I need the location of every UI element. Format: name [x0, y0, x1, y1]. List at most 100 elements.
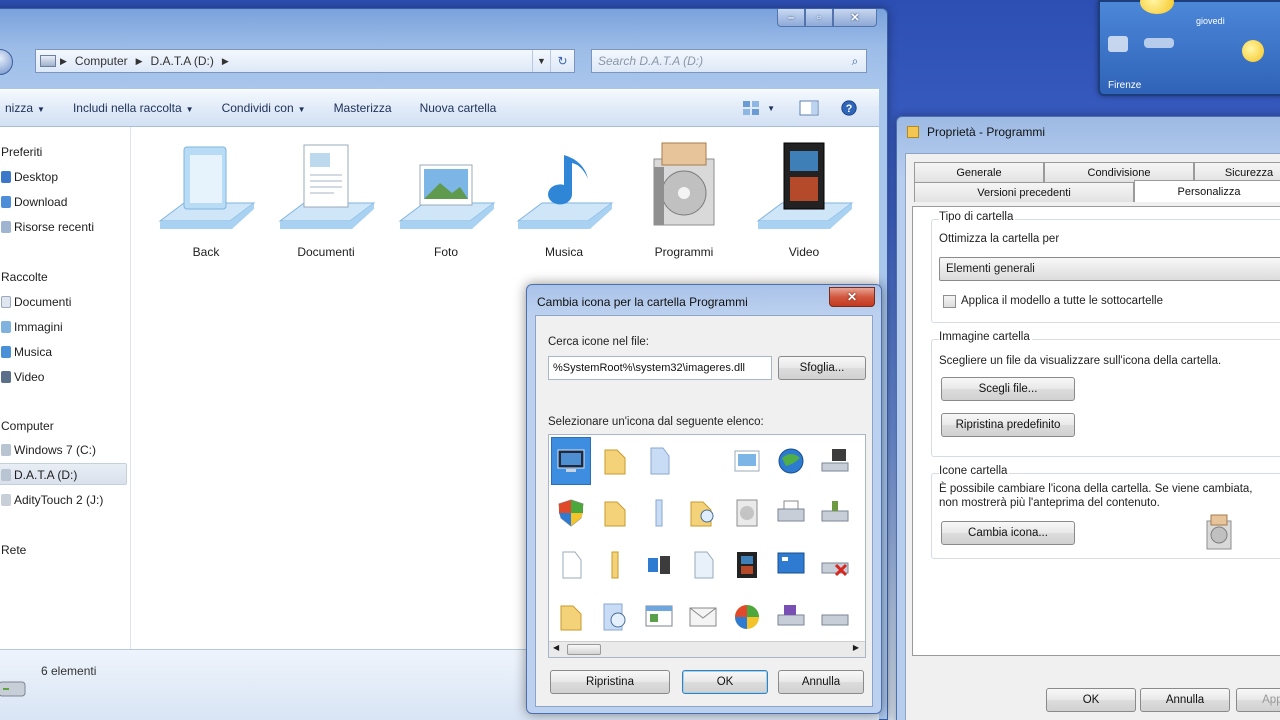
icon-list-scrollbar[interactable]: ◀ ▶ [549, 641, 865, 657]
icon-option[interactable] [551, 593, 591, 641]
breadcrumb-data-drive[interactable]: D.A.T.A (D:) [147, 54, 218, 68]
weather-gadget[interactable]: giovedì Firenze [1098, 0, 1280, 96]
icon-option[interactable] [595, 541, 635, 589]
sidebar-item-drive-d[interactable]: D.A.T.A (D:) [1, 465, 77, 485]
icon-option[interactable] [595, 593, 635, 641]
icon-option[interactable] [771, 437, 811, 485]
cancel-button[interactable]: Annulla [1140, 688, 1230, 712]
close-button[interactable]: ✕ [833, 9, 877, 27]
dialog-cancel-button[interactable]: Annulla [778, 670, 864, 694]
sidebar-item-music[interactable]: Musica [1, 342, 52, 362]
favorites-header[interactable]: Preferiti [1, 142, 42, 162]
sidebar-item-video[interactable]: Video [1, 367, 44, 387]
properties-title: Proprietà - Programmi [907, 125, 1045, 139]
refresh-icon[interactable]: ↻ [550, 50, 574, 72]
icon-option[interactable] [815, 437, 855, 485]
tab-generale[interactable]: Generale [914, 162, 1044, 182]
tab-condivisione[interactable]: Condivisione [1044, 162, 1194, 182]
search-document-icon [603, 603, 626, 631]
tab-sicurezza[interactable]: Sicurezza [1194, 162, 1280, 182]
search-icon[interactable]: ⌕ [844, 54, 866, 69]
sidebar-item-recent[interactable]: Risorse recenti [1, 217, 94, 237]
tab-versioni-precedenti[interactable]: Versioni precedenti [914, 182, 1134, 202]
restore-button[interactable]: Ripristina [550, 670, 670, 694]
folder-back[interactable]: Back [151, 139, 261, 259]
folder-foto[interactable]: Foto [391, 139, 501, 259]
search-input[interactable]: Search D.A.T.A (D:) ⌕ [591, 49, 867, 73]
burn-button[interactable]: Masterizza [320, 101, 406, 115]
choose-file-button[interactable]: Scegli file... [941, 377, 1075, 401]
apply-subfolders-checkbox[interactable] [943, 295, 956, 308]
help-icon[interactable]: ? [839, 99, 859, 117]
icon-option[interactable] [683, 541, 723, 589]
folder-programmi[interactable]: Programmi [629, 139, 739, 259]
maximize-button[interactable]: ▫ [805, 9, 833, 27]
music-folder-icon [516, 147, 614, 229]
icon-option[interactable] [815, 541, 855, 589]
icon-option[interactable] [595, 489, 635, 537]
address-dropdown-icon[interactable]: ▼ [532, 50, 550, 72]
address-bar[interactable]: ▶ Computer ▶ D.A.T.A (D:) ▶ ▼ ↻ [35, 49, 575, 73]
breadcrumb-computer[interactable]: Computer [71, 54, 132, 68]
restore-default-button[interactable]: Ripristina predefinito [941, 413, 1075, 437]
icon-option[interactable] [727, 437, 767, 485]
libraries-header[interactable]: Raccolte [1, 267, 48, 287]
view-options-icon[interactable] [741, 99, 761, 117]
preview-pane-icon[interactable] [799, 99, 819, 117]
network-header[interactable]: Rete [1, 540, 26, 560]
icon-option[interactable] [815, 489, 855, 537]
browse-button[interactable]: Sfoglia... [778, 356, 866, 380]
view-dropdown-icon[interactable]: ▼ [767, 104, 775, 113]
share-with-menu[interactable]: Condividi con ▼ [208, 101, 320, 115]
icon-option[interactable] [727, 593, 767, 641]
organize-menu[interactable]: nizza ▼ [0, 101, 59, 115]
change-icon-label: Cambia icona... [968, 527, 1048, 539]
minimize-button[interactable]: – [777, 9, 805, 27]
back-button[interactable] [0, 49, 13, 75]
include-in-library-menu[interactable]: Includi nella raccolta ▼ [59, 101, 208, 115]
ok-button[interactable]: OK [1046, 688, 1136, 712]
sidebar-item-download[interactable]: Download [1, 192, 67, 212]
icon-option[interactable] [639, 489, 679, 537]
icon-file-input[interactable]: %SystemRoot%\system32\imageres.dll [548, 356, 772, 380]
icon-option[interactable] [771, 489, 811, 537]
document-icon [694, 551, 714, 579]
sidebar-item-drive-c[interactable]: Windows 7 (C:) [1, 440, 96, 460]
sidebar-item-pictures[interactable]: Immagini [1, 317, 63, 337]
new-folder-button[interactable]: Nuova cartella [406, 101, 511, 115]
folder-video[interactable]: Video [749, 139, 859, 259]
icon-option[interactable] [683, 489, 723, 537]
icon-list[interactable]: ◀ ▶ [548, 434, 866, 658]
computer-header[interactable]: Computer [1, 416, 54, 436]
optimize-select[interactable]: Elementi generali [939, 257, 1280, 281]
dvd-icon [736, 499, 758, 527]
folder-documenti[interactable]: Documenti [271, 139, 381, 259]
icon-option[interactable] [551, 489, 591, 537]
icon-option-selected[interactable] [551, 437, 591, 485]
folder-musica[interactable]: Musica [509, 139, 619, 259]
dialog-close-button[interactable]: ✕ [829, 287, 875, 307]
sidebar-item-drive-j[interactable]: AdityTouch 2 (J:) [1, 490, 103, 510]
icon-option[interactable] [771, 541, 811, 589]
icon-option[interactable] [727, 541, 767, 589]
icon-option[interactable] [683, 593, 723, 641]
icon-option[interactable] [771, 593, 811, 641]
icon-option[interactable] [639, 593, 679, 641]
icon-option[interactable] [815, 593, 855, 641]
change-icon-button[interactable]: Cambia icona... [941, 521, 1075, 545]
sidebar-item-documents[interactable]: Documenti [1, 292, 71, 312]
icon-option[interactable] [595, 437, 635, 485]
icon-option[interactable] [639, 437, 679, 485]
icon-option[interactable] [551, 541, 591, 589]
icon-option[interactable] [639, 541, 679, 589]
dialog-ok-button[interactable]: OK [682, 670, 768, 694]
scroll-thumb[interactable] [567, 644, 601, 655]
chevron-right-icon: ▶ [60, 55, 67, 66]
tab-personalizza[interactable]: Personalizza [1134, 180, 1280, 202]
printer-icon [777, 500, 805, 522]
apply-button[interactable]: Applica [1236, 688, 1280, 712]
scroll-right-icon[interactable]: ▶ [853, 643, 859, 652]
icon-option[interactable] [727, 489, 767, 537]
scroll-left-icon[interactable]: ◀ [553, 643, 559, 652]
sidebar-item-desktop[interactable]: Desktop [1, 167, 58, 187]
